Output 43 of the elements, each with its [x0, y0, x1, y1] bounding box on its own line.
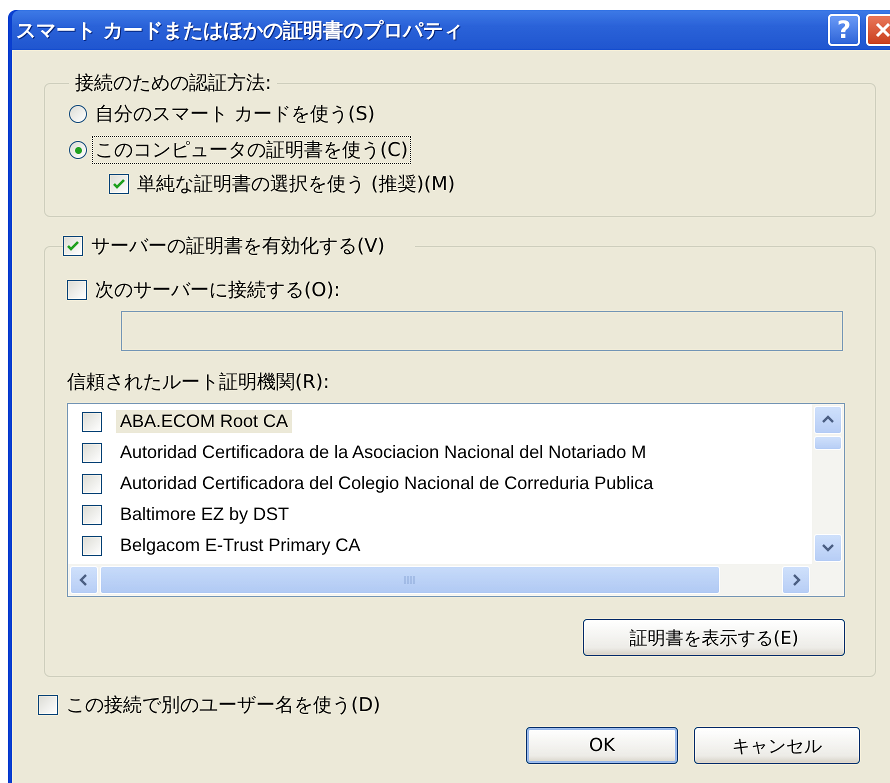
- list-item[interactable]: ABA.ECOM Root CA: [116, 410, 292, 433]
- checkbox[interactable]: [82, 536, 102, 556]
- list-item[interactable]: Autoridad Certificadora de la Asociacion Nacional del Notariado M: [116, 441, 650, 464]
- scroll-thumb[interactable]: [100, 566, 720, 594]
- list-item[interactable]: Belgacom E-Trust Primary CA: [116, 534, 364, 557]
- radio-option[interactable]: 自分のスマート カードを使う(S): [69, 96, 857, 132]
- checkbox[interactable]: [82, 504, 102, 524]
- close-button[interactable]: [866, 14, 890, 46]
- checkbox[interactable]: [67, 280, 87, 300]
- scroll-right-button[interactable]: [782, 566, 810, 594]
- list-item[interactable]: Baltimore EZ by DST: [116, 503, 294, 526]
- close-icon: [874, 21, 890, 39]
- radio-button[interactable]: [69, 141, 87, 159]
- checkbox-option[interactable]: この接続で別のユーザー名を使う(D): [38, 687, 876, 723]
- radio-option[interactable]: このコンピュータの証明書を使う(C): [69, 132, 857, 168]
- view-certificate-button[interactable]: 証明書を表示する(E): [583, 619, 845, 656]
- checkbox[interactable]: [38, 695, 58, 715]
- checkbox[interactable]: [82, 412, 102, 432]
- list-item[interactable]: Autoridad Certificadora del Colegio Nacional de Correduria Publica: [116, 472, 658, 495]
- checkmark-icon: [66, 239, 80, 253]
- window-title: スマート カードまたはほかの証明書のプロパティ: [16, 16, 464, 44]
- scroll-left-button[interactable]: [70, 566, 98, 594]
- scroll-up-button[interactable]: [814, 406, 842, 434]
- checkbox-option[interactable]: 単純な証明書の選択を使う (推奨)(M): [109, 168, 857, 200]
- ok-button[interactable]: OK: [526, 727, 678, 764]
- horizontal-scrollbar[interactable]: [68, 564, 812, 596]
- group-title: 接続のための認証方法:: [74, 71, 272, 96]
- cancel-button[interactable]: キャンセル: [694, 727, 860, 764]
- checkbox[interactable]: [82, 442, 102, 462]
- scroll-thumb[interactable]: [814, 436, 842, 450]
- scrollbar-corner: [812, 564, 844, 596]
- checkbox[interactable]: [82, 474, 102, 494]
- radio-button[interactable]: [69, 105, 87, 123]
- checkbox[interactable]: [63, 236, 83, 256]
- help-button[interactable]: ?: [828, 14, 860, 46]
- vertical-scrollbar[interactable]: [812, 404, 844, 564]
- checkbox-option[interactable]: サーバーの証明書を有効化する(V): [63, 231, 387, 261]
- list-label: 信頼されたルート証明機関(R):: [67, 370, 330, 395]
- checkmark-icon: [112, 177, 126, 191]
- checkbox-option[interactable]: 次のサーバーに接続する(O):: [67, 275, 857, 305]
- checkbox[interactable]: [109, 174, 129, 194]
- grip-icon: [403, 575, 417, 585]
- scroll-down-button[interactable]: [814, 534, 842, 562]
